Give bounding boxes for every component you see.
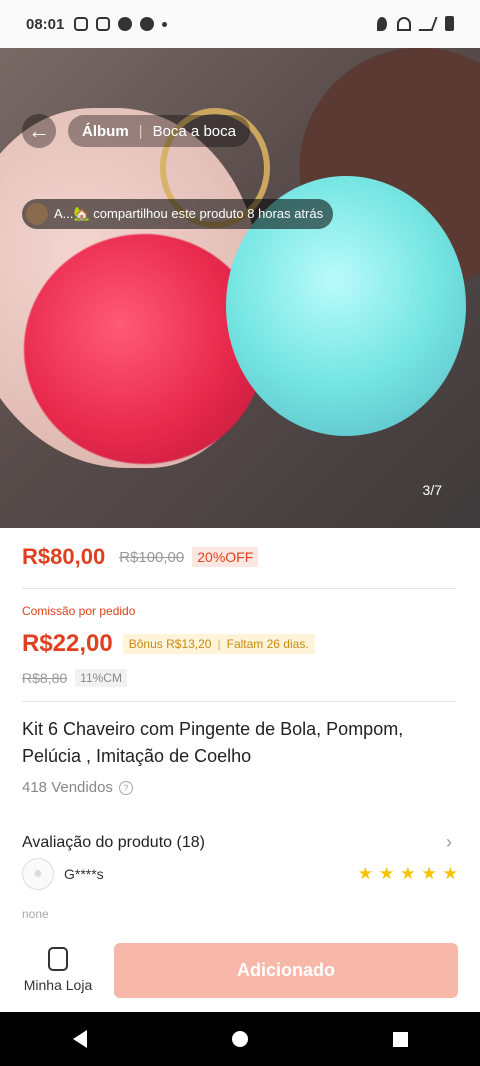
bottom-bar: Minha Loja Adicionado (0, 935, 480, 1011)
remaining-days: Faltam 26 dias. (226, 637, 309, 651)
wifi-icon (397, 16, 411, 31)
battery-icon (445, 16, 454, 31)
gallery-tabs: Álbum | Boca a boca (68, 115, 250, 147)
system-icons (377, 16, 454, 31)
star-icon: ★ (379, 864, 395, 883)
nav-home-icon[interactable] (231, 1031, 248, 1047)
facebook-icon-2 (140, 17, 155, 31)
bonus-badge: Bônus R$13,20 | Faltam 26 dias. (122, 634, 315, 654)
commission-original-row: R$8,80 11%CM (22, 669, 127, 687)
star-icon: ★ (400, 864, 416, 883)
my-shop-button[interactable]: Minha Loja (22, 947, 94, 993)
arrow-left-icon: ← (28, 118, 50, 143)
divider-2 (22, 701, 456, 702)
more-notifications-dot (162, 21, 168, 27)
commission-price: R$22,00 (22, 630, 113, 657)
sold-count: 418 Vendidos ? (22, 779, 133, 796)
bonus-text: Bônus R$13,20 (128, 637, 212, 651)
pink-pompom (24, 234, 264, 464)
chevron-right-icon[interactable]: › (446, 832, 452, 853)
image-counter: 3/7 (422, 482, 442, 498)
star-icon: ★ (442, 864, 458, 883)
star-icon: ★ (357, 864, 373, 883)
added-button[interactable]: Adicionado (114, 943, 458, 998)
commission-original-price: R$8,80 (22, 670, 68, 686)
commission-row: R$22,00 Bônus R$13,20 | Faltam 26 dias. (22, 630, 315, 658)
facebook-icon (118, 17, 133, 31)
tab-separator: | (138, 122, 143, 140)
sharer-avatar (26, 203, 48, 225)
app-notification-icon (96, 17, 111, 31)
reviews-title[interactable]: Avaliação do produto (18) (22, 834, 205, 852)
rating-stars: ★ ★ ★ ★ ★ (358, 864, 458, 884)
divider (22, 588, 456, 589)
bonus-separator: | (217, 637, 221, 651)
shop-icon (48, 947, 68, 971)
star-icon: ★ (421, 864, 437, 883)
share-notice-text: A...🏡 compartilhou este produto 8 horas … (54, 206, 324, 221)
nav-recents-icon[interactable] (392, 1031, 408, 1047)
tab-word-of-mouth[interactable]: Boca a boca (153, 123, 236, 140)
review-text: none (22, 907, 49, 921)
user-icon: ● (33, 865, 43, 882)
back-button[interactable]: ← (22, 114, 56, 148)
sold-count-text: 418 Vendidos (22, 779, 113, 796)
commission-label: Comissão por pedido (22, 604, 136, 618)
product-image-gallery[interactable]: ← Álbum | Boca a boca A...🏡 compartilhou… (0, 48, 480, 528)
my-shop-label: Minha Loja (23, 977, 93, 993)
original-price: R$100,00 (119, 548, 185, 566)
price-row: R$80,00 R$100,00 20%OFF (22, 544, 259, 570)
review-item: ● G****s ★ ★ ★ ★ ★ (22, 857, 458, 891)
status-time: 08:01 (26, 15, 65, 33)
status-bar: 08:01 (0, 0, 480, 48)
discount-badge: 20%OFF (192, 547, 259, 567)
location-icon (377, 16, 387, 31)
instagram-icon (74, 17, 89, 31)
tab-album[interactable]: Álbum (82, 123, 129, 140)
notification-icons (74, 17, 168, 31)
share-notice: A...🏡 compartilhou este produto 8 horas … (22, 199, 334, 229)
product-title: Kit 6 Chaveiro com Pingente de Bola, Pom… (22, 719, 404, 766)
system-nav-bar (0, 1012, 480, 1066)
help-icon[interactable]: ? (118, 780, 133, 795)
reviewer-avatar: ● (22, 858, 54, 890)
reviewer-name: G****s (64, 866, 104, 882)
commission-rate-badge: 11%CM (75, 669, 127, 687)
nav-back-icon[interactable] (72, 1030, 87, 1048)
signal-icon (418, 16, 438, 31)
current-price: R$80,00 (22, 544, 106, 569)
